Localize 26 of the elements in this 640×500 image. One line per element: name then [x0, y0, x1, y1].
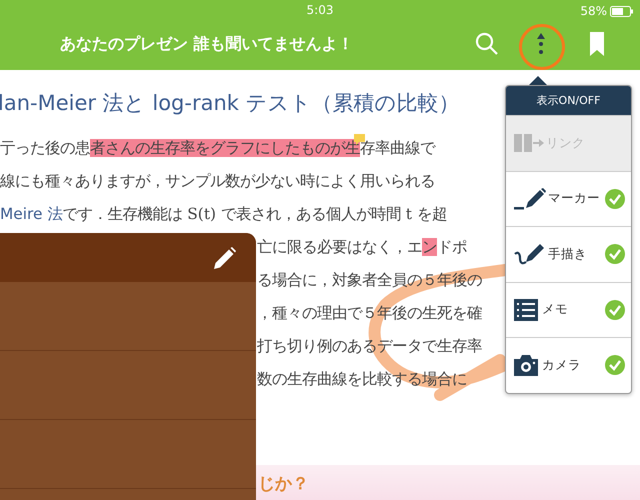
marker-pen-icon — [514, 188, 546, 210]
body-text-line: Meire 法です．生存機能は S(t) で表され，ある個人が時間 t を超 — [0, 204, 447, 225]
toolbar-title: あなたのプレゼン 誰も聞いてませんよ！ — [60, 32, 355, 54]
battery-percent: 58% — [580, 3, 607, 20]
body-text-line: 亡に限る必要はなく，エン ドポ — [257, 237, 467, 258]
body-text-line: 線にも種々ありますが，サンプル数が少ない時によく用いられる — [0, 171, 435, 192]
menu-title: 表示ON/OFF — [506, 86, 631, 115]
text-link[interactable]: Meire 法 — [0, 205, 62, 223]
status-time: 5:03 — [306, 2, 334, 19]
link-icon — [514, 132, 544, 154]
more-options-icon[interactable] — [537, 32, 545, 54]
menu-item[interactable]: メモ — [506, 282, 631, 337]
menu-item[interactable]: 手描き — [506, 226, 631, 282]
highlighted-text: ン — [422, 238, 437, 256]
highlighted-text: 者さんの生存率をグラフにしたものが生 — [90, 139, 360, 157]
battery-icon — [610, 6, 634, 16]
camera-icon — [514, 354, 540, 376]
handwriting-pen-icon — [514, 242, 546, 266]
article-heading: lan-Meier 法と log-rank テスト（累積の比較） — [0, 90, 460, 117]
menu-item[interactable]: カメラ — [506, 337, 631, 392]
menu-item[interactable]: マーカー — [506, 170, 631, 226]
section-subheading: じか？ — [258, 473, 309, 496]
highlight-circle — [519, 24, 565, 70]
list-icon — [514, 298, 540, 321]
body-text-line: 亍った後の患者さんの生存率をグラフにしたものが生存率曲線で — [0, 132, 435, 165]
pencil-icon[interactable] — [214, 246, 236, 268]
